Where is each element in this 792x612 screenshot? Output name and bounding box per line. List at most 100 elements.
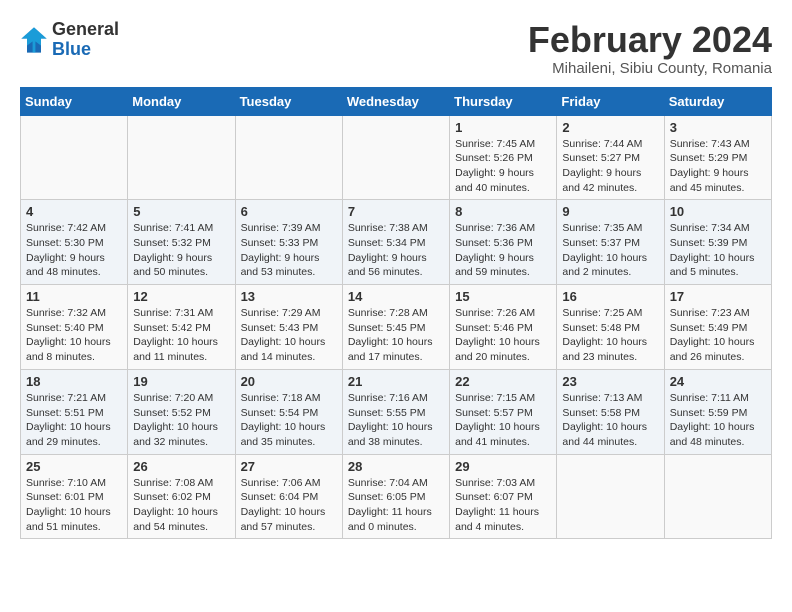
day-number: 26 xyxy=(133,459,229,474)
calendar-day-cell: 5 Sunrise: 7:41 AM Sunset: 5:32 PM Daylig… xyxy=(128,200,235,285)
day-number: 27 xyxy=(241,459,337,474)
day-info: Sunrise: 7:16 AM Sunset: 5:55 PM Dayligh… xyxy=(348,391,444,450)
calendar-day-cell: 7 Sunrise: 7:38 AM Sunset: 5:34 PM Daylig… xyxy=(342,200,449,285)
day-number: 25 xyxy=(26,459,122,474)
calendar-day-cell: 17 Sunrise: 7:23 AM Sunset: 5:49 PM Dayli… xyxy=(664,285,771,370)
calendar-day-cell: 19 Sunrise: 7:20 AM Sunset: 5:52 PM Dayli… xyxy=(128,369,235,454)
day-info: Sunrise: 7:21 AM Sunset: 5:51 PM Dayligh… xyxy=(26,391,122,450)
day-number: 14 xyxy=(348,289,444,304)
calendar-day-cell: 28 Sunrise: 7:04 AM Sunset: 6:05 PM Dayli… xyxy=(342,454,449,539)
calendar-day-cell: 21 Sunrise: 7:16 AM Sunset: 5:55 PM Dayli… xyxy=(342,369,449,454)
weekday-header: Friday xyxy=(557,87,664,115)
calendar-week-row: 11 Sunrise: 7:32 AM Sunset: 5:40 PM Dayli… xyxy=(21,285,772,370)
weekday-header: Monday xyxy=(128,87,235,115)
weekday-header: Wednesday xyxy=(342,87,449,115)
day-info: Sunrise: 7:06 AM Sunset: 6:04 PM Dayligh… xyxy=(241,476,337,535)
calendar-day-cell xyxy=(664,454,771,539)
calendar-day-cell: 2Sunrise: 7:44 AM Sunset: 5:27 PM Daylig… xyxy=(557,115,664,200)
day-info: Sunrise: 7:43 AM Sunset: 5:29 PM Dayligh… xyxy=(670,137,766,196)
day-number: 7 xyxy=(348,204,444,219)
day-info: Sunrise: 7:41 AM Sunset: 5:32 PM Dayligh… xyxy=(133,221,229,280)
day-number: 1 xyxy=(455,120,551,135)
month-title: February 2024 xyxy=(528,20,772,60)
calendar-day-cell: 20Sunrise: 7:18 AM Sunset: 5:54 PM Dayli… xyxy=(235,369,342,454)
calendar-day-cell: 23 Sunrise: 7:13 AM Sunset: 5:58 PM Dayli… xyxy=(557,369,664,454)
day-info: Sunrise: 7:34 AM Sunset: 5:39 PM Dayligh… xyxy=(670,221,766,280)
calendar-day-cell xyxy=(128,115,235,200)
weekday-header: Sunday xyxy=(21,87,128,115)
calendar-week-row: 18 Sunrise: 7:21 AM Sunset: 5:51 PM Dayli… xyxy=(21,369,772,454)
day-info: Sunrise: 7:13 AM Sunset: 5:58 PM Dayligh… xyxy=(562,391,658,450)
calendar-day-cell: 24Sunrise: 7:11 AM Sunset: 5:59 PM Dayli… xyxy=(664,369,771,454)
day-number: 11 xyxy=(26,289,122,304)
day-number: 13 xyxy=(241,289,337,304)
day-number: 18 xyxy=(26,374,122,389)
weekday-header: Thursday xyxy=(450,87,557,115)
calendar-day-cell: 22 Sunrise: 7:15 AM Sunset: 5:57 PM Dayli… xyxy=(450,369,557,454)
day-info: Sunrise: 7:20 AM Sunset: 5:52 PM Dayligh… xyxy=(133,391,229,450)
weekday-header: Tuesday xyxy=(235,87,342,115)
page-header: General Blue February 2024 Mihaileni, Si… xyxy=(20,20,772,77)
calendar-day-cell: 14 Sunrise: 7:28 AM Sunset: 5:45 PM Dayli… xyxy=(342,285,449,370)
logo-text: General Blue xyxy=(52,20,119,60)
day-number: 17 xyxy=(670,289,766,304)
calendar-day-cell xyxy=(235,115,342,200)
day-number: 19 xyxy=(133,374,229,389)
calendar-week-row: 1 Sunrise: 7:45 AM Sunset: 5:26 PM Daylig… xyxy=(21,115,772,200)
day-number: 21 xyxy=(348,374,444,389)
day-number: 10 xyxy=(670,204,766,219)
day-number: 9 xyxy=(562,204,658,219)
day-info: Sunrise: 7:11 AM Sunset: 5:59 PM Dayligh… xyxy=(670,391,766,450)
day-info: Sunrise: 7:38 AM Sunset: 5:34 PM Dayligh… xyxy=(348,221,444,280)
calendar-day-cell: 26 Sunrise: 7:08 AM Sunset: 6:02 PM Dayli… xyxy=(128,454,235,539)
calendar-header: SundayMondayTuesdayWednesdayThursdayFrid… xyxy=(21,87,772,115)
day-info: Sunrise: 7:26 AM Sunset: 5:46 PM Dayligh… xyxy=(455,306,551,365)
day-info: Sunrise: 7:15 AM Sunset: 5:57 PM Dayligh… xyxy=(455,391,551,450)
day-number: 23 xyxy=(562,374,658,389)
logo-icon xyxy=(20,26,48,54)
calendar-body: 1 Sunrise: 7:45 AM Sunset: 5:26 PM Daylig… xyxy=(21,115,772,539)
day-info: Sunrise: 7:08 AM Sunset: 6:02 PM Dayligh… xyxy=(133,476,229,535)
day-info: Sunrise: 7:29 AM Sunset: 5:43 PM Dayligh… xyxy=(241,306,337,365)
logo: General Blue xyxy=(20,20,119,60)
day-number: 3 xyxy=(670,120,766,135)
calendar-day-cell xyxy=(21,115,128,200)
calendar-day-cell xyxy=(342,115,449,200)
day-info: Sunrise: 7:42 AM Sunset: 5:30 PM Dayligh… xyxy=(26,221,122,280)
day-info: Sunrise: 7:45 AM Sunset: 5:26 PM Dayligh… xyxy=(455,137,551,196)
day-number: 28 xyxy=(348,459,444,474)
calendar-day-cell: 4Sunrise: 7:42 AM Sunset: 5:30 PM Daylig… xyxy=(21,200,128,285)
calendar-day-cell: 15Sunrise: 7:26 AM Sunset: 5:46 PM Dayli… xyxy=(450,285,557,370)
calendar-day-cell: 10 Sunrise: 7:34 AM Sunset: 5:39 PM Dayli… xyxy=(664,200,771,285)
day-number: 16 xyxy=(562,289,658,304)
calendar-day-cell: 3 Sunrise: 7:43 AM Sunset: 5:29 PM Daylig… xyxy=(664,115,771,200)
calendar-day-cell: 8 Sunrise: 7:36 AM Sunset: 5:36 PM Daylig… xyxy=(450,200,557,285)
day-number: 20 xyxy=(241,374,337,389)
calendar-day-cell: 27 Sunrise: 7:06 AM Sunset: 6:04 PM Dayli… xyxy=(235,454,342,539)
calendar-day-cell: 6Sunrise: 7:39 AM Sunset: 5:33 PM Daylig… xyxy=(235,200,342,285)
day-number: 8 xyxy=(455,204,551,219)
title-area: February 2024 Mihaileni, Sibiu County, R… xyxy=(528,20,772,77)
day-number: 5 xyxy=(133,204,229,219)
day-number: 22 xyxy=(455,374,551,389)
calendar-day-cell: 25Sunrise: 7:10 AM Sunset: 6:01 PM Dayli… xyxy=(21,454,128,539)
day-info: Sunrise: 7:32 AM Sunset: 5:40 PM Dayligh… xyxy=(26,306,122,365)
calendar-day-cell: 16 Sunrise: 7:25 AM Sunset: 5:48 PM Dayli… xyxy=(557,285,664,370)
day-info: Sunrise: 7:31 AM Sunset: 5:42 PM Dayligh… xyxy=(133,306,229,365)
calendar-day-cell: 9 Sunrise: 7:35 AM Sunset: 5:37 PM Daylig… xyxy=(557,200,664,285)
weekday-header-row: SundayMondayTuesdayWednesdayThursdayFrid… xyxy=(21,87,772,115)
day-info: Sunrise: 7:25 AM Sunset: 5:48 PM Dayligh… xyxy=(562,306,658,365)
day-info: Sunrise: 7:36 AM Sunset: 5:36 PM Dayligh… xyxy=(455,221,551,280)
day-info: Sunrise: 7:39 AM Sunset: 5:33 PM Dayligh… xyxy=(241,221,337,280)
calendar-table: SundayMondayTuesdayWednesdayThursdayFrid… xyxy=(20,87,772,540)
day-info: Sunrise: 7:04 AM Sunset: 6:05 PM Dayligh… xyxy=(348,476,444,535)
day-info: Sunrise: 7:23 AM Sunset: 5:49 PM Dayligh… xyxy=(670,306,766,365)
calendar-day-cell: 11 Sunrise: 7:32 AM Sunset: 5:40 PM Dayli… xyxy=(21,285,128,370)
day-info: Sunrise: 7:03 AM Sunset: 6:07 PM Dayligh… xyxy=(455,476,551,535)
calendar-day-cell: 29 Sunrise: 7:03 AM Sunset: 6:07 PM Dayli… xyxy=(450,454,557,539)
day-info: Sunrise: 7:35 AM Sunset: 5:37 PM Dayligh… xyxy=(562,221,658,280)
day-info: Sunrise: 7:28 AM Sunset: 5:45 PM Dayligh… xyxy=(348,306,444,365)
calendar-day-cell: 18 Sunrise: 7:21 AM Sunset: 5:51 PM Dayli… xyxy=(21,369,128,454)
day-number: 29 xyxy=(455,459,551,474)
calendar-day-cell xyxy=(557,454,664,539)
